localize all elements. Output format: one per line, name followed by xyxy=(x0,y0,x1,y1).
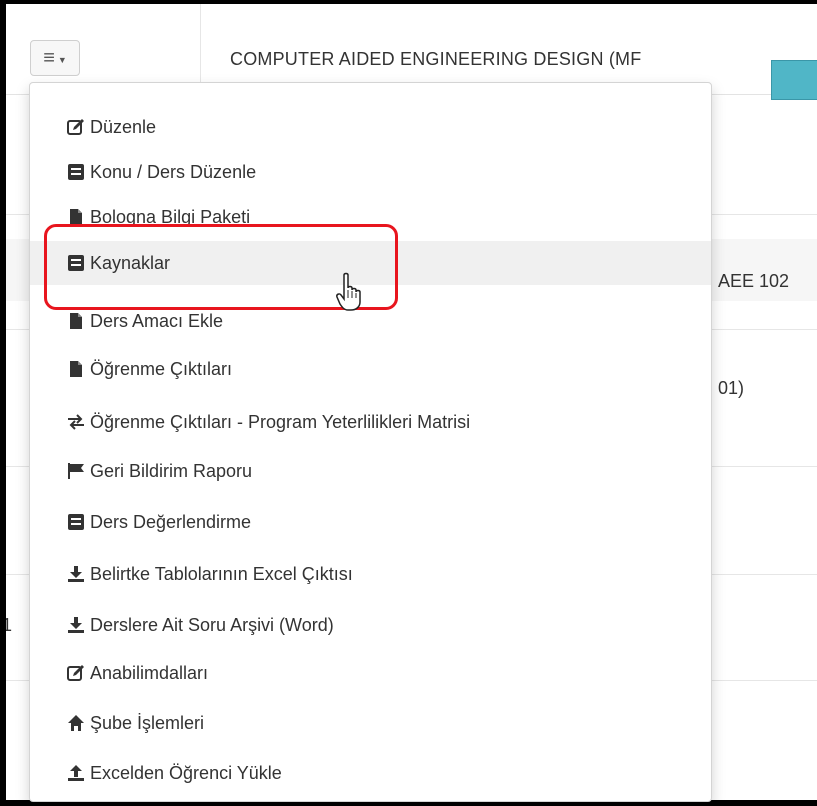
edit-icon xyxy=(67,664,85,682)
menu-item-program-yeterlilikleri-matrisi[interactable]: Öğrenme Çıktıları - Program Yeterlilikle… xyxy=(30,406,711,438)
menu-item-belirtke-excel[interactable]: Belirtke Tablolarının Excel Çıktısı xyxy=(30,558,711,590)
book-icon xyxy=(67,513,85,531)
exchange-icon xyxy=(67,413,85,431)
book-icon xyxy=(67,163,85,181)
actions-dropdown-menu: Düzenle Konu / Ders Düzenle Bologna Bilg… xyxy=(29,82,712,802)
file-icon xyxy=(67,208,85,226)
menu-item-label: Bologna Bilgi Paketi xyxy=(90,206,251,227)
menu-item-anabilimdallari[interactable]: Anabilimdalları xyxy=(30,657,711,689)
caret-down-icon: ▼ xyxy=(57,54,67,65)
menu-item-konu-ders-duzenle[interactable]: Konu / Ders Düzenle xyxy=(30,156,711,188)
left-fragment: 1 xyxy=(6,615,13,635)
upload-icon xyxy=(67,764,85,782)
menu-item-label: Konu / Ders Düzenle xyxy=(90,161,257,182)
file-icon xyxy=(67,312,85,330)
flag-icon xyxy=(67,462,85,480)
hand-pointer-icon xyxy=(336,272,366,317)
menu-item-soru-arsivi[interactable]: Derslere Ait Soru Arşivi (Word) xyxy=(30,609,711,641)
menu-item-label: Anabilimdalları xyxy=(90,662,209,683)
download-icon xyxy=(67,616,85,634)
column-divider xyxy=(200,4,201,94)
menu-item-label: Excelden Öğrenci Yükle xyxy=(90,762,282,783)
menu-item-label: Öğrenme Çıktıları - Program Yeterlilikle… xyxy=(90,411,471,432)
book-icon xyxy=(67,254,85,272)
menu-item-ogrenme-ciktilari[interactable]: Öğrenme Çıktıları xyxy=(30,353,711,385)
menu-item-label: Belirtke Tablolarının Excel Çıktısı xyxy=(90,563,353,584)
menu-item-geri-bildirim-raporu[interactable]: Geri Bildirim Raporu xyxy=(30,455,711,487)
menu-item-kaynaklar[interactable]: Kaynaklar xyxy=(30,241,711,285)
menu-item-label: Derslere Ait Soru Arşivi (Word) xyxy=(90,614,334,635)
course-title: COMPUTER AIDED ENGINEERING DESIGN (MF xyxy=(230,49,642,69)
home-icon xyxy=(67,714,85,732)
menu-item-ders-amaci-ekle[interactable]: Ders Amacı Ekle xyxy=(30,305,711,337)
menu-item-label: Öğrenme Çıktıları xyxy=(90,358,233,379)
menu-item-duzenle[interactable]: Düzenle xyxy=(30,111,711,143)
menu-item-label: Geri Bildirim Raporu xyxy=(90,460,253,481)
menu-item-label: Ders Amacı Ekle xyxy=(90,310,224,331)
teal-action-button[interactable] xyxy=(771,60,817,100)
download-icon xyxy=(67,565,85,583)
menu-toggle-button[interactable]: ≡ ▼ xyxy=(30,40,80,76)
menu-item-ders-degerlendirme[interactable]: Ders Değerlendirme xyxy=(30,506,711,538)
paren-fragment: 01) xyxy=(718,378,745,398)
edit-icon xyxy=(67,118,85,136)
course-code-fragment: AEE 102 xyxy=(718,271,790,291)
menu-item-label: Kaynaklar xyxy=(90,252,171,273)
menu-item-sube-islemleri[interactable]: Şube İşlemleri xyxy=(30,707,711,739)
menu-item-bologna-bilgi-paketi[interactable]: Bologna Bilgi Paketi xyxy=(30,201,711,233)
menu-item-label: Ders Değerlendirme xyxy=(90,511,252,532)
menu-item-label: Şube İşlemleri xyxy=(90,712,205,733)
menu-item-label: Düzenle xyxy=(90,116,157,137)
hamburger-icon: ≡ xyxy=(43,47,55,69)
file-icon xyxy=(67,360,85,378)
menu-item-excelden-ogrenci-yukle[interactable]: Excelden Öğrenci Yükle xyxy=(30,757,711,789)
